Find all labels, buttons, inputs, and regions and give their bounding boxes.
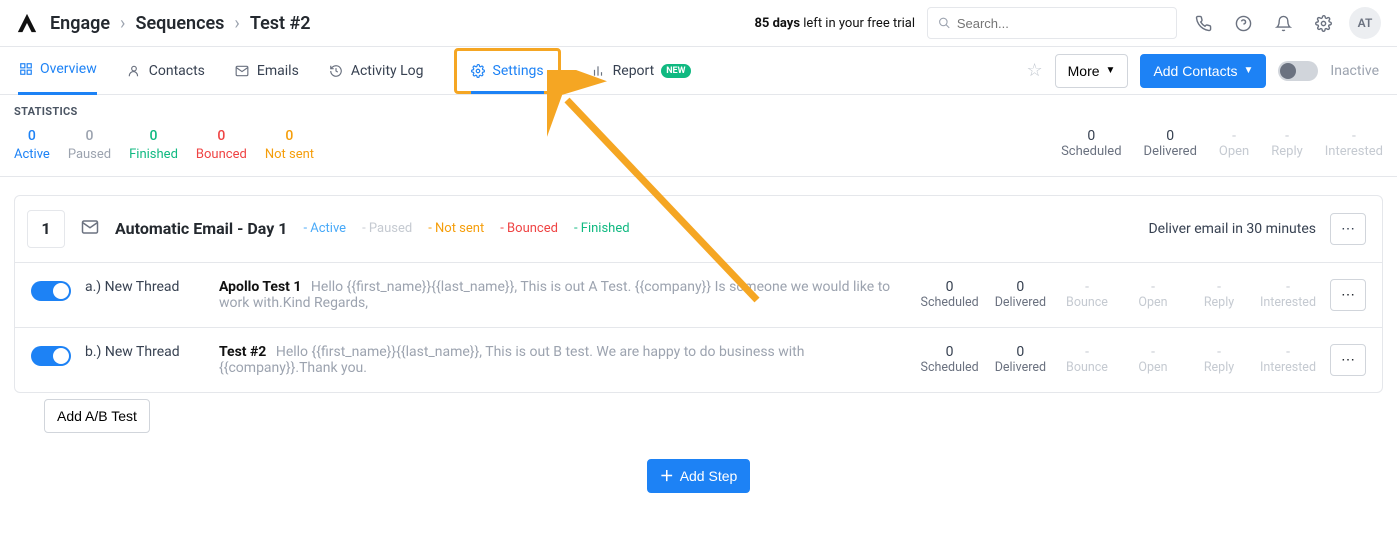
search-icon: [938, 16, 951, 30]
history-icon: [329, 63, 344, 78]
tab-contacts[interactable]: Contacts: [127, 47, 205, 95]
variant-a-menu[interactable]: ⋯: [1330, 279, 1366, 311]
grid-icon: [18, 62, 33, 77]
stat-finished[interactable]: 0 Finished: [129, 128, 178, 162]
avatar[interactable]: AT: [1349, 7, 1381, 39]
metric-delivered: 0Delivered: [995, 279, 1046, 310]
metric-open: -Open: [1128, 344, 1178, 375]
step-number: 1: [27, 210, 65, 248]
mail-icon: [235, 63, 250, 78]
bell-icon[interactable]: [1269, 9, 1297, 37]
pill-notsent: - Not sent: [428, 221, 484, 236]
sequence-active-toggle[interactable]: [1278, 61, 1318, 81]
breadcrumb-sequences[interactable]: Sequences: [135, 13, 224, 34]
variant-row: b.) New Thread Test #2 Hello {{first_nam…: [15, 327, 1382, 392]
star-icon[interactable]: ☆: [1026, 60, 1042, 81]
stat-delivered: 0Delivered: [1144, 128, 1197, 159]
new-badge: NEW: [661, 64, 690, 78]
variant-a-content[interactable]: Apollo Test 1 Hello {{first_name}}{{last…: [219, 279, 907, 311]
help-icon[interactable]: [1229, 9, 1257, 37]
tab-settings[interactable]: Settings: [471, 51, 544, 94]
metric-scheduled: 0Scheduled: [921, 344, 979, 375]
step-menu-button[interactable]: ⋯: [1330, 213, 1366, 245]
tab-overview[interactable]: Overview: [18, 47, 97, 95]
add-contacts-button[interactable]: Add Contacts ▼: [1140, 54, 1266, 88]
metric-bounce: -Bounce: [1062, 279, 1112, 310]
call-icon[interactable]: [1189, 9, 1217, 37]
metric-interested: -Interested: [1260, 279, 1316, 310]
metric-interested: -Interested: [1260, 344, 1316, 375]
more-button[interactable]: More ▼: [1055, 54, 1129, 88]
breadcrumb: Engage › Sequences › Test #2: [50, 13, 311, 34]
tab-emails[interactable]: Emails: [235, 47, 299, 95]
metric-delivered: 0Delivered: [995, 344, 1046, 375]
variant-a-toggle[interactable]: [31, 281, 71, 301]
metric-reply: -Reply: [1194, 279, 1244, 310]
pill-bounced: - Bounced: [500, 221, 558, 236]
user-icon: [127, 63, 142, 78]
stat-open: -Open: [1219, 128, 1249, 159]
gear-icon: [471, 64, 486, 79]
variant-b-menu[interactable]: ⋯: [1330, 344, 1366, 376]
statistics-heading: STATISTICS: [14, 105, 1383, 118]
chevron-down-icon: ▼: [1106, 65, 1116, 76]
metric-scheduled: 0Scheduled: [921, 279, 979, 310]
variant-b-label: b.) New Thread: [85, 344, 205, 360]
chevron-right-icon: ›: [120, 13, 125, 34]
chevron-down-icon: ▼: [1244, 65, 1254, 76]
stat-not-sent[interactable]: 0 Not sent: [265, 128, 314, 162]
metric-bounce: -Bounce: [1062, 344, 1112, 375]
variant-b-content[interactable]: Test #2 Hello {{first_name}}{{last_name}…: [219, 344, 907, 376]
settings-highlight-box: Settings: [454, 48, 561, 94]
add-ab-test-button[interactable]: Add A/B Test: [44, 399, 150, 433]
mail-icon: [81, 218, 99, 240]
plus-icon: ＋: [660, 466, 674, 486]
pill-active: - Active: [303, 221, 346, 236]
stat-reply: -Reply: [1271, 128, 1303, 159]
metric-reply: -Reply: [1194, 344, 1244, 375]
breadcrumb-current: Test #2: [250, 13, 311, 34]
tab-report[interactable]: Report NEW: [591, 47, 691, 95]
stat-paused[interactable]: 0 Paused: [68, 128, 111, 162]
stat-bounced[interactable]: 0 Bounced: [196, 128, 247, 162]
pill-paused: - Paused: [362, 221, 412, 236]
add-step-button[interactable]: ＋ Add Step: [647, 459, 751, 493]
bar-chart-icon: [591, 63, 606, 78]
variant-a-label: a.) New Thread: [85, 279, 205, 295]
apollo-logo[interactable]: [16, 12, 38, 34]
chevron-right-icon: ›: [234, 13, 239, 34]
step-card: 1 Automatic Email - Day 1 - Active - Pau…: [14, 195, 1383, 393]
deliver-time-text: Deliver email in 30 minutes: [1148, 221, 1316, 237]
tab-activity-log[interactable]: Activity Log: [329, 47, 424, 95]
search-input[interactable]: [927, 7, 1177, 39]
toggle-label: Inactive: [1330, 63, 1379, 79]
pill-finished: - Finished: [574, 221, 630, 236]
stat-interested: -Interested: [1325, 128, 1383, 159]
metric-open: -Open: [1128, 279, 1178, 310]
stat-active[interactable]: 0 Active: [14, 128, 50, 162]
breadcrumb-engage[interactable]: Engage: [50, 13, 110, 34]
variant-row: a.) New Thread Apollo Test 1 Hello {{fir…: [15, 262, 1382, 327]
step-title: Automatic Email - Day 1: [115, 219, 287, 238]
stat-scheduled: 0Scheduled: [1061, 128, 1121, 159]
gear-icon[interactable]: [1309, 9, 1337, 37]
trial-banner: 85 days left in your free trial: [754, 16, 915, 31]
variant-b-toggle[interactable]: [31, 346, 71, 366]
